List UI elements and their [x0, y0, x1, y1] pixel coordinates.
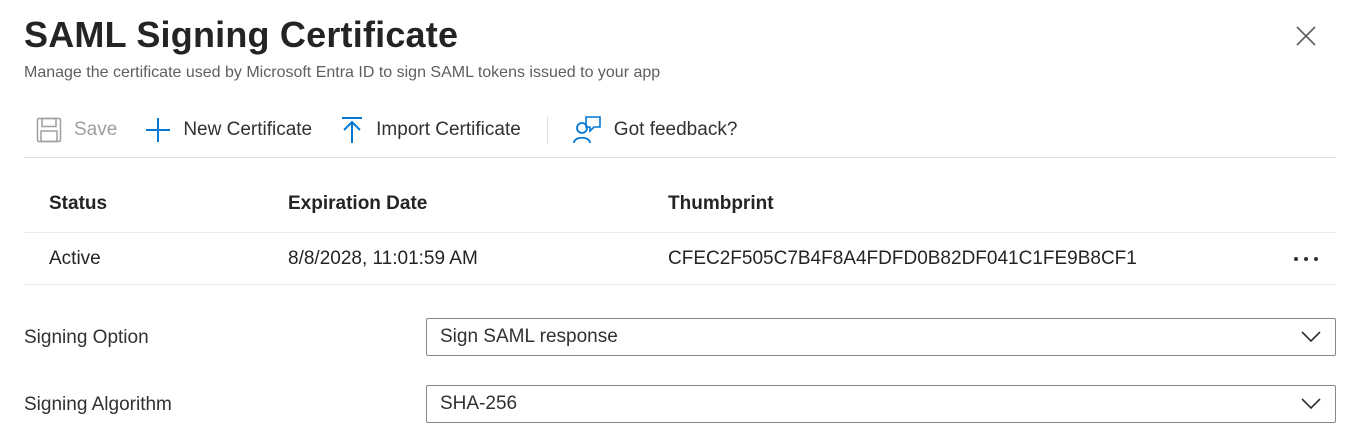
plus-icon: [146, 117, 171, 142]
signing-algorithm-dropdown[interactable]: SHA-256: [426, 385, 1336, 423]
upload-icon: [342, 116, 363, 143]
page-title: SAML Signing Certificate: [24, 14, 459, 55]
command-bar: Save New Certificate Import Certificate …: [24, 108, 1336, 158]
feedback-button[interactable]: Got feedback?: [572, 108, 738, 152]
page-subtitle: Manage the certificate used by Microsoft…: [24, 64, 661, 81]
save-label: Save: [74, 118, 118, 140]
more-icon: [1294, 256, 1318, 261]
expiration-date-cell: 8/8/2028, 11:01:59 AM: [288, 247, 478, 269]
close-button[interactable]: [1294, 24, 1318, 48]
import-certificate-label: Import Certificate: [376, 118, 521, 140]
column-header-status: Status: [49, 193, 108, 214]
toolbar-divider: [546, 115, 548, 144]
thumbprint-cell: CFEC2F505C7B4F8A4FDFD0B82DF041C1FE9B8CF1: [668, 247, 1137, 269]
save-button[interactable]: Save: [36, 108, 117, 152]
close-icon: [1296, 26, 1316, 46]
table-row[interactable]: Active 8/8/2028, 11:01:59 AM CFEC2F505C7…: [24, 233, 1336, 285]
signing-option-label: Signing Option: [24, 327, 149, 348]
row-more-button[interactable]: [1286, 233, 1326, 284]
column-header-expiration: Expiration Date: [288, 193, 428, 214]
chevron-down-icon: [1301, 331, 1321, 343]
import-certificate-button[interactable]: Import Certificate: [340, 108, 521, 152]
new-certificate-button[interactable]: New Certificate: [145, 108, 312, 152]
feedback-icon: [572, 115, 601, 143]
certificate-table: Status Expiration Date Thumbprint Active…: [24, 176, 1336, 285]
feedback-label: Got feedback?: [613, 118, 738, 140]
new-certificate-label: New Certificate: [183, 118, 313, 140]
signing-option-dropdown[interactable]: Sign SAML response: [426, 318, 1336, 356]
column-header-thumbprint: Thumbprint: [668, 193, 774, 214]
signing-option-value: Sign SAML response: [440, 326, 618, 347]
chevron-down-icon: [1301, 398, 1321, 410]
status-cell: Active: [49, 247, 101, 269]
signing-algorithm-label: Signing Algorithm: [24, 394, 172, 415]
signing-algorithm-value: SHA-256: [440, 393, 518, 414]
save-icon: [36, 117, 62, 142]
table-header-row: Status Expiration Date Thumbprint: [24, 176, 1336, 233]
